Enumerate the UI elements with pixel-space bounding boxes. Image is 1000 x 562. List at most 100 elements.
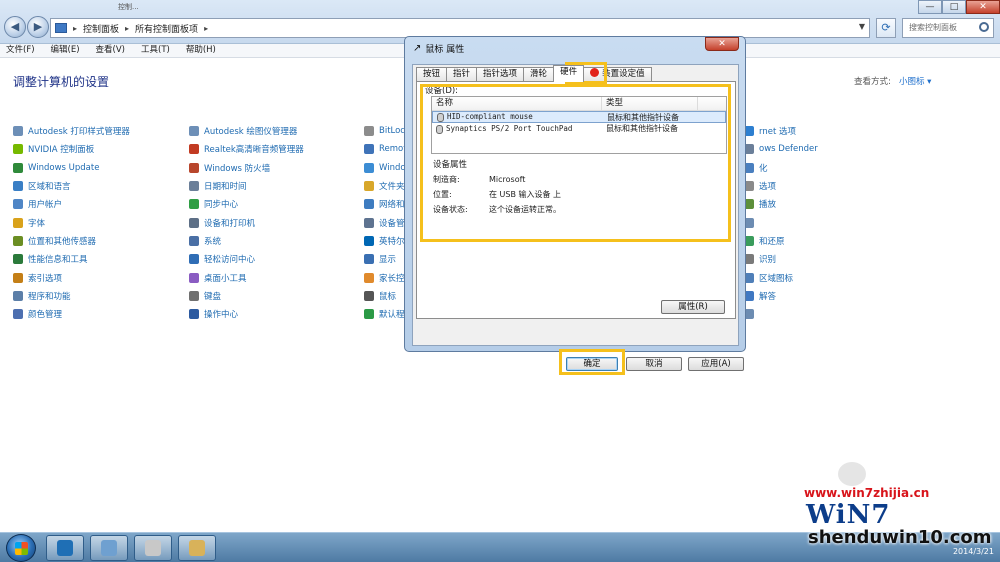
control-panel-item-icon xyxy=(364,126,374,137)
control-panel-item[interactable]: Realtek高清晰音频管理器 xyxy=(189,140,304,158)
menu-file[interactable]: 文件(F) xyxy=(6,44,35,57)
control-panel-item[interactable]: 家长控制 xyxy=(364,268,406,286)
control-panel-item[interactable]: 区域和语言 xyxy=(13,177,130,195)
control-panel-item-label: 字体 xyxy=(28,218,46,229)
control-panel-item[interactable]: 设备管理器 xyxy=(364,213,406,231)
control-panel-item[interactable]: RemoteApp xyxy=(364,140,406,158)
control-panel-item-icon xyxy=(13,199,23,210)
highlight-hardware-panel xyxy=(420,84,731,242)
start-button[interactable] xyxy=(6,534,36,562)
control-panel-item[interactable]: rnet 选项 xyxy=(744,122,818,140)
taskbar-button-mouse[interactable] xyxy=(134,535,172,561)
menu-view[interactable]: 查看(V) xyxy=(96,44,125,57)
watermark-site: shenduwin10.com xyxy=(808,527,992,548)
search-input[interactable]: 搜索控制面板 xyxy=(902,18,994,38)
app-a-icon xyxy=(57,540,73,556)
control-panel-item-label: 索引选项 xyxy=(28,273,63,284)
control-panel-item[interactable]: 操作中心 xyxy=(189,305,304,323)
control-panel-item[interactable]: 播放 xyxy=(744,195,818,213)
control-panel-item[interactable]: Windows xyxy=(364,159,406,177)
control-panel-item-label: 用户帐户 xyxy=(28,200,63,211)
chevron-down-icon[interactable]: ▼ xyxy=(859,22,865,31)
control-panel-item[interactable]: 区域图标 xyxy=(744,268,818,286)
tray-date: 2014/3/21 xyxy=(952,547,994,556)
control-panel-item-icon xyxy=(189,199,199,210)
control-panel-item[interactable]: 设备和打印机 xyxy=(189,213,304,231)
control-panel-item-icon xyxy=(189,217,199,228)
control-panel-item[interactable]: Windows Update xyxy=(13,159,130,177)
control-panel-item[interactable]: ows Defender xyxy=(744,140,818,158)
control-panel-item[interactable]: 轻松访问中心 xyxy=(189,250,304,268)
control-panel-item[interactable]: 键盘 xyxy=(189,287,304,305)
forward-button[interactable]: ▶ xyxy=(27,16,49,38)
tab-pointer-options[interactable]: 指针选项 xyxy=(476,67,525,82)
control-panel-item-label: ows Defender xyxy=(759,144,818,155)
control-panel-item[interactable]: 英特尔 xyxy=(364,232,406,250)
control-panel-item[interactable]: 化 xyxy=(744,159,818,177)
control-panel-item[interactable]: 性能信息和工具 xyxy=(13,250,130,268)
control-panel-item[interactable]: 字体 xyxy=(13,213,130,231)
maximize-button[interactable]: □ xyxy=(942,0,966,14)
control-panel-item[interactable]: BitLocker xyxy=(364,122,406,140)
control-panel-item[interactable]: 文件夹选项 xyxy=(364,177,406,195)
control-panel-item-label: 设备和打印机 xyxy=(204,218,256,229)
control-panel-item[interactable]: Autodesk 绘图仪管理器 xyxy=(189,122,304,140)
breadcrumb-all-items[interactable]: 所有控制面板项 xyxy=(135,22,198,35)
control-panel-item[interactable]: 显示 xyxy=(364,250,406,268)
control-panel-item[interactable]: 索引选项 xyxy=(13,268,130,286)
control-panel-item[interactable]: 鼠标 xyxy=(364,287,406,305)
breadcrumb-control-panel[interactable]: 控制面板 xyxy=(83,22,119,35)
taskbar-button-paint[interactable] xyxy=(178,535,216,561)
control-panel-item-icon xyxy=(189,144,199,155)
control-panel-item[interactable]: 颜色管理 xyxy=(13,305,130,323)
tab-hardware[interactable]: 硬件 xyxy=(553,65,585,82)
cancel-button[interactable]: 取消 xyxy=(626,357,682,371)
tab-pointers[interactable]: 指针 xyxy=(446,67,478,82)
control-panel-item[interactable] xyxy=(744,305,818,323)
control-panel-item[interactable]: 选项 xyxy=(744,177,818,195)
control-panel-item[interactable]: 和还原 xyxy=(744,232,818,250)
control-panel-item[interactable]: 桌面小工具 xyxy=(189,268,304,286)
taskbar-button-app-a[interactable] xyxy=(46,535,84,561)
apply-button[interactable]: 应用(A) xyxy=(688,357,744,371)
menu-help[interactable]: 帮助(H) xyxy=(186,44,216,57)
control-panel-item[interactable]: 位置和其他传感器 xyxy=(13,232,130,250)
control-panel-item[interactable]: 程序和功能 xyxy=(13,287,130,305)
control-panel-item-icon xyxy=(364,217,374,228)
control-panel-item-icon xyxy=(189,309,199,320)
control-panel-item[interactable]: 用户帐户 xyxy=(13,195,130,213)
menu-tools[interactable]: 工具(T) xyxy=(141,44,170,57)
dialog-close-button[interactable]: ✕ xyxy=(705,37,739,51)
minimize-button[interactable]: — xyxy=(918,0,942,14)
paw-watermark-icon xyxy=(838,462,866,486)
refresh-button[interactable]: ⟳ xyxy=(876,18,896,38)
control-panel-item[interactable]: NVIDIA 控制面板 xyxy=(13,140,130,158)
control-panel-item-label: Windows 防火墙 xyxy=(204,163,271,174)
control-panel-column-4: rnet 选项 ows Defender 化选项 播放和还原 识别 区域图标 解答 xyxy=(744,122,818,323)
control-panel-item[interactable]: 默认程序 xyxy=(364,305,406,323)
menu-edit[interactable]: 编辑(E) xyxy=(51,44,80,57)
control-panel-item-label: 设备管理器 xyxy=(379,218,406,229)
control-panel-item-icon xyxy=(13,144,23,155)
control-panel-item[interactable] xyxy=(744,213,818,231)
control-panel-item[interactable]: 解答 xyxy=(744,287,818,305)
address-bar[interactable]: ▸ 控制面板 ▸ 所有控制面板项 ▸ ▼ xyxy=(50,18,870,38)
control-panel-item[interactable]: Autodesk 打印样式管理器 xyxy=(13,122,130,140)
control-panel-item[interactable]: 网络和共享 xyxy=(364,195,406,213)
tab-buttons[interactable]: 按钮 xyxy=(416,67,448,82)
control-panel-item-icon xyxy=(364,162,374,173)
tab-wheel[interactable]: 滑轮 xyxy=(523,67,555,82)
properties-button[interactable]: 属性(R) xyxy=(661,300,725,314)
taskbar-button-control-panel[interactable] xyxy=(90,535,128,561)
control-panel-item[interactable]: 识别 xyxy=(744,250,818,268)
control-panel-column-3: BitLocker RemoteApp Windows 文件夹选项网络和共享设备管理器… xyxy=(364,122,406,323)
control-panel-item[interactable]: 系统 xyxy=(189,232,304,250)
close-button[interactable]: ✕ xyxy=(966,0,1000,14)
control-panel-item-icon xyxy=(13,181,23,192)
view-mode-dropdown[interactable]: 小图标 ▾ xyxy=(899,77,931,87)
control-panel-item[interactable]: 日期和时间 xyxy=(189,177,304,195)
control-panel-item[interactable]: 同步中心 xyxy=(189,195,304,213)
control-panel-item-label: 文件夹选项 xyxy=(379,182,406,193)
back-button[interactable]: ◀ xyxy=(4,16,26,38)
control-panel-item[interactable]: Windows 防火墙 xyxy=(189,159,304,177)
